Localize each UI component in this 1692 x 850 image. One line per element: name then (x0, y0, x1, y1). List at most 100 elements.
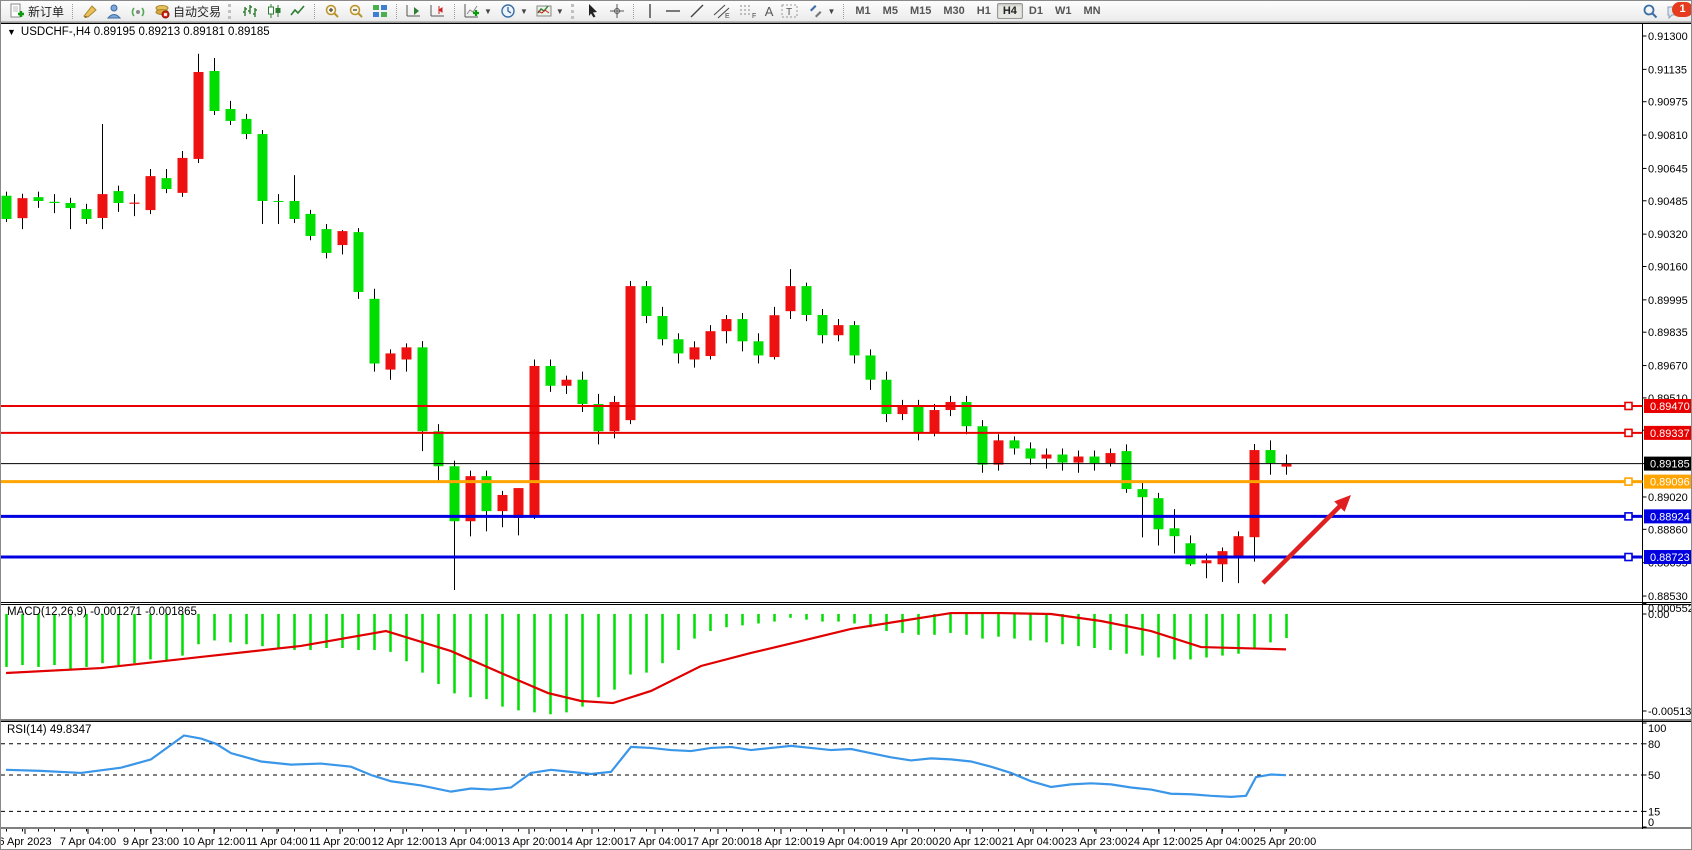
candle-body (818, 315, 828, 335)
zoom-in-button[interactable] (320, 1, 344, 22)
crosshair-icon (609, 3, 625, 19)
auto-scroll-button[interactable] (402, 1, 426, 22)
bar-chart-icon (242, 3, 258, 19)
line-handle (1625, 513, 1632, 520)
trendline-button[interactable] (685, 1, 709, 22)
candle-body (562, 380, 572, 386)
time-axis-label: 9 Apr 23:00 (123, 836, 179, 848)
time-axis-label: 11 Apr 04:00 (246, 836, 308, 848)
channel-button[interactable]: E (709, 1, 735, 22)
fibonacci-icon: F (739, 3, 757, 19)
candle-body (738, 319, 748, 341)
gold-pencil-icon (82, 3, 98, 19)
candle-body (1154, 498, 1164, 529)
tab-timeframe-w1[interactable]: W1 (1049, 3, 1078, 19)
candle-body (434, 431, 444, 466)
chart-window: 0.913000.911350.909750.908100.906450.904… (1, 22, 1692, 850)
svg-text:T: T (786, 7, 792, 18)
candle-body (642, 286, 652, 316)
tab-timeframe-m1[interactable]: M1 (849, 3, 876, 19)
candle-body (802, 286, 812, 315)
candle-body (402, 347, 412, 359)
candle-body (242, 119, 252, 134)
separator (314, 4, 316, 19)
search-icon[interactable] (1642, 3, 1658, 19)
time-axis-label: 13 Apr 04:00 (435, 836, 497, 848)
line-chart-button[interactable] (286, 1, 310, 22)
time-axis-label: 12 Apr 12:00 (372, 836, 434, 848)
price-pane-chart[interactable]: 0.913000.911350.909750.908100.906450.904… (1, 23, 1692, 602)
candle-body (1170, 528, 1180, 536)
tab-timeframe-h1[interactable]: H1 (971, 3, 997, 19)
time-axis-label: 13 Apr 20:00 (498, 836, 560, 848)
template-icon (536, 3, 552, 19)
candle-body (194, 72, 204, 159)
candlestick-icon (266, 3, 282, 19)
candle-body (18, 198, 28, 218)
cursor-button[interactable] (581, 1, 605, 22)
tab-timeframe-m15[interactable]: M15 (904, 3, 937, 19)
notifications-button[interactable]: 1 (1666, 4, 1681, 19)
candle-body (1106, 453, 1116, 463)
svg-text:0.90645: 0.90645 (1648, 163, 1688, 175)
templates-button[interactable]: ▼ (532, 1, 568, 22)
candle-body (786, 286, 796, 311)
svg-text:-0.00513: -0.00513 (1648, 706, 1691, 718)
text-button[interactable]: A (761, 1, 778, 22)
time-axis-label: 25 Apr 04:00 (1191, 836, 1253, 848)
tab-timeframe-m30[interactable]: M30 (937, 3, 970, 19)
new-order-button[interactable]: 新订单 (5, 1, 68, 22)
text-tool-icon: A (765, 4, 774, 19)
tab-timeframe-h4[interactable]: H4 (997, 3, 1023, 19)
candle-body (850, 325, 860, 355)
new-order-label: 新订单 (28, 3, 64, 20)
candle-body (114, 191, 124, 203)
tile-windows-button[interactable] (368, 1, 392, 22)
candle-body (210, 71, 220, 111)
tab-timeframe-mn[interactable]: MN (1077, 3, 1106, 19)
dropdown-arrow-icon: ▼ (556, 7, 564, 16)
fibonacci-button[interactable]: F (735, 1, 761, 22)
crosshair-button[interactable] (605, 1, 629, 22)
candle-body (1122, 451, 1132, 489)
auto-scroll-icon (406, 3, 422, 19)
text-label-button[interactable]: T (777, 1, 803, 22)
rsi-pane-chart[interactable]: 1008050150 (1, 721, 1692, 829)
horizontal-line-button[interactable] (661, 1, 685, 22)
zoom-out-icon (348, 3, 364, 19)
equidistant-channel-icon: E (713, 3, 731, 19)
candle-body (530, 366, 540, 515)
zoom-out-button[interactable] (344, 1, 368, 22)
styles-button[interactable] (78, 1, 102, 22)
time-axis[interactable]: 6 Apr 20237 Apr 04:009 Apr 23:0010 Apr 1… (1, 829, 1692, 850)
toolbar-grip (571, 4, 578, 19)
arrows-button[interactable]: ▼ (803, 1, 839, 22)
periods-button[interactable]: ▼ (496, 1, 532, 22)
time-axis-label: 7 Apr 04:00 (60, 836, 116, 848)
candle-body (1058, 455, 1068, 463)
chart-shift-button[interactable] (426, 1, 450, 22)
toolbar: 新订单 自动交易 ▼ ▼ ▼ E F A T ▼ (1, 1, 1691, 22)
candle-body (1010, 440, 1020, 448)
person-icon (106, 3, 122, 19)
macd-pane-chart[interactable]: 0.0005520.00-0.00513 (1, 602, 1692, 721)
svg-text:0.89995: 0.89995 (1648, 295, 1688, 307)
candle-body (674, 339, 684, 353)
candle-body (546, 366, 556, 386)
candle-body (130, 203, 140, 204)
candlestick-button[interactable] (262, 1, 286, 22)
separator (843, 4, 845, 19)
auto-trading-button[interactable]: 自动交易 (150, 1, 225, 22)
indicators-button[interactable]: ▼ (460, 1, 496, 22)
tab-timeframe-d1[interactable]: D1 (1023, 3, 1049, 19)
candle-body (626, 286, 636, 420)
candle-body (690, 347, 700, 359)
svg-text:0.91135: 0.91135 (1648, 64, 1687, 76)
bar-chart-button[interactable] (238, 1, 262, 22)
svg-text:0.89670: 0.89670 (1648, 361, 1688, 373)
vertical-line-button[interactable] (639, 1, 661, 22)
experts-button[interactable] (102, 1, 126, 22)
tab-timeframe-m5[interactable]: M5 (877, 3, 904, 19)
toolbar-grip (228, 4, 235, 19)
signals-button[interactable] (126, 1, 150, 22)
